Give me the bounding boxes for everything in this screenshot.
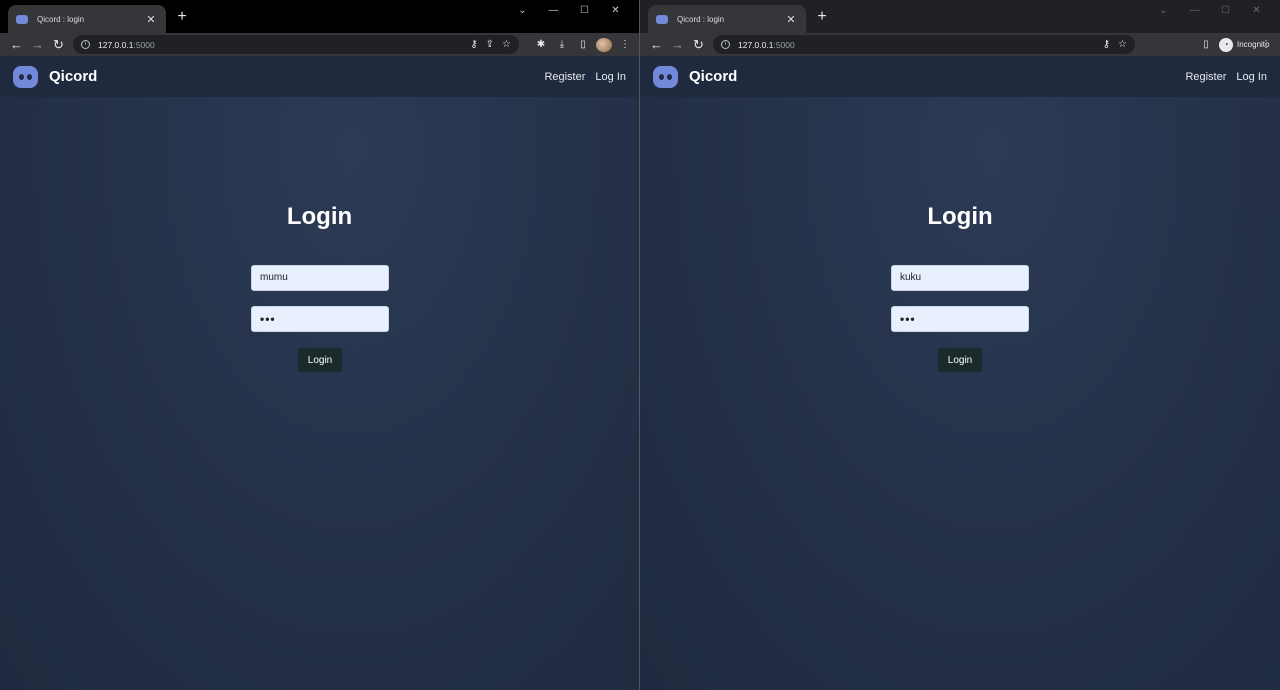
- omnibox-icons: ⚷ ⇪ ☆: [470, 39, 511, 50]
- address-bar[interactable]: i 127.0.0.1:5000 ⚷ ⇪ ☆: [73, 35, 519, 54]
- username-input[interactable]: mumu: [251, 265, 389, 291]
- url-text: 127.0.0.1:5000: [98, 40, 155, 50]
- back-button[interactable]: ←: [6, 35, 27, 55]
- password-input[interactable]: •••: [891, 306, 1029, 332]
- browser-tab[interactable]: Qicord : login ✕: [648, 5, 806, 33]
- qicord-favicon-icon: [16, 14, 28, 24]
- register-link[interactable]: Register: [544, 71, 585, 83]
- app-navbar: Qicord Register Log In: [0, 56, 639, 97]
- omnibox-icons: ⚷ ☆: [1103, 39, 1127, 50]
- page-title: Login: [286, 203, 353, 230]
- browser-toolbar: ← → ↻ i 127.0.0.1:5000 ⚷ ☆ ▯ ◔ Incognito…: [640, 33, 1280, 56]
- app-navbar: Qicord Register Log In: [640, 56, 1280, 97]
- window-controls: ⌄ — ☐ ✕: [507, 4, 631, 18]
- login-link[interactable]: Log In: [595, 71, 626, 83]
- bookmark-star-icon[interactable]: ☆: [1118, 39, 1127, 50]
- reload-button[interactable]: ↻: [688, 35, 709, 55]
- browser-window-right: Qicord : login ✕ + ⌄ — ☐ ✕ ← → ↻ i 127.0…: [640, 0, 1280, 690]
- toolbar-right: ▯ ◔ Incognito ⋮: [1198, 35, 1274, 54]
- url-host: 127.0.0.1: [98, 39, 134, 50]
- download-icon[interactable]: ⤓: [554, 39, 570, 50]
- maximize-button[interactable]: ☐: [569, 4, 600, 18]
- page-content: Qicord Register Log In Login kuku ••• Lo…: [640, 56, 1280, 690]
- incognito-label: Incognito: [1237, 40, 1270, 49]
- key-icon[interactable]: ⚷: [1103, 39, 1110, 50]
- site-info-icon[interactable]: i: [81, 40, 90, 49]
- maximize-button[interactable]: ☐: [1210, 4, 1241, 18]
- brand-name[interactable]: Qicord: [689, 68, 737, 85]
- login-button[interactable]: Login: [298, 348, 342, 372]
- screen: Qicord : login ✕ + ⌄ — ☐ ✕ ← → ↻ i 127.0…: [0, 0, 1280, 690]
- tab-search-chevron-icon[interactable]: ⌄: [1148, 4, 1179, 18]
- login-button[interactable]: Login: [938, 348, 982, 372]
- toolbar-right: ✱ ⤓ ▯ ⋮: [533, 35, 633, 54]
- browser-tab[interactable]: Qicord : login ✕: [8, 5, 166, 33]
- browser-toolbar: ← → ↻ i 127.0.0.1:5000 ⚷ ⇪ ☆ ✱ ⤓ ▯ ⋮: [0, 33, 639, 56]
- tab-strip: Qicord : login ✕ + ⌄ — ☐ ✕: [640, 0, 1280, 33]
- tab-title: Qicord : login: [37, 14, 85, 24]
- tab-search-chevron-icon[interactable]: ⌄: [507, 4, 538, 18]
- window-controls: ⌄ — ☐ ✕: [1148, 4, 1272, 18]
- register-link[interactable]: Register: [1185, 71, 1226, 83]
- share-icon[interactable]: ⇪: [486, 39, 494, 50]
- side-panel-icon[interactable]: ▯: [575, 39, 591, 50]
- nav-links: Register Log In: [1185, 71, 1267, 83]
- new-tab-button[interactable]: +: [814, 8, 830, 26]
- username-input[interactable]: kuku: [891, 265, 1029, 291]
- menu-icon[interactable]: ⋮: [617, 39, 633, 50]
- nav-links: Register Log In: [544, 71, 626, 83]
- incognito-icon: ◔: [1219, 37, 1233, 52]
- qicord-favicon-icon: [656, 14, 668, 24]
- password-input[interactable]: •••: [251, 306, 389, 332]
- reload-button[interactable]: ↻: [48, 35, 69, 55]
- url-port: :5000: [133, 39, 155, 50]
- key-icon[interactable]: ⚷: [470, 39, 477, 50]
- tab-strip: Qicord : login ✕ + ⌄ — ☐ ✕: [0, 0, 639, 33]
- back-button[interactable]: ←: [646, 35, 667, 55]
- close-window-button[interactable]: ✕: [600, 4, 631, 18]
- forward-button[interactable]: →: [667, 35, 688, 55]
- tab-close-icon[interactable]: ✕: [144, 13, 158, 26]
- brand-name[interactable]: Qicord: [49, 68, 97, 85]
- browser-window-left: Qicord : login ✕ + ⌄ — ☐ ✕ ← → ↻ i 127.0…: [0, 0, 640, 690]
- tab-title: Qicord : login: [677, 14, 725, 24]
- qicord-logo-icon[interactable]: [13, 65, 38, 88]
- page-title: Login: [927, 203, 993, 230]
- url-host: 127.0.0.1: [738, 39, 774, 50]
- tab-close-icon[interactable]: ✕: [784, 13, 798, 26]
- side-panel-icon[interactable]: ▯: [1198, 39, 1214, 50]
- bookmark-star-icon[interactable]: ☆: [502, 39, 511, 50]
- url-text: 127.0.0.1:5000: [738, 40, 795, 50]
- close-window-button[interactable]: ✕: [1241, 4, 1272, 18]
- site-info-icon[interactable]: i: [721, 40, 730, 49]
- address-bar[interactable]: i 127.0.0.1:5000 ⚷ ☆: [713, 35, 1135, 54]
- new-tab-button[interactable]: +: [174, 8, 190, 26]
- incognito-indicator[interactable]: ◔ Incognito: [1219, 37, 1270, 52]
- profile-avatar[interactable]: [596, 37, 612, 52]
- minimize-button[interactable]: —: [1179, 4, 1210, 18]
- menu-icon[interactable]: ⋮: [1258, 39, 1274, 50]
- url-port: :5000: [773, 39, 795, 50]
- extensions-icon[interactable]: ✱: [533, 39, 549, 50]
- forward-button[interactable]: →: [27, 35, 48, 55]
- qicord-logo-icon[interactable]: [653, 65, 678, 88]
- login-link[interactable]: Log In: [1236, 71, 1267, 83]
- page-content: Qicord Register Log In Login mumu ••• Lo…: [0, 56, 639, 690]
- minimize-button[interactable]: —: [538, 4, 569, 18]
